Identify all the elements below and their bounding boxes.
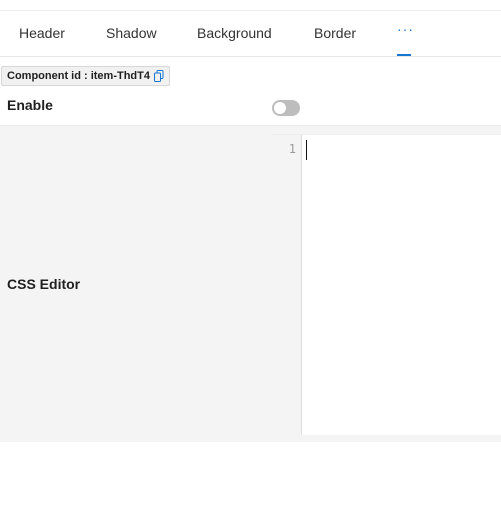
text-caret — [306, 140, 307, 160]
enable-toggle[interactable] — [272, 100, 300, 116]
tab-shadow[interactable]: Shadow — [106, 25, 157, 41]
css-editor-row: CSS Editor 1 — [0, 126, 501, 442]
active-tab-indicator — [397, 54, 411, 56]
copy-icon[interactable] — [153, 70, 164, 82]
toggle-knob — [274, 102, 286, 114]
css-code-editor[interactable]: 1 — [272, 134, 501, 435]
line-number: 1 — [288, 142, 296, 156]
line-number-gutter: 1 — [272, 135, 302, 435]
tab-more[interactable]: ··· — [397, 21, 414, 37]
code-input-area[interactable] — [302, 135, 501, 435]
component-id-badge: Component id : item-ThdT4 — [1, 66, 170, 86]
component-id-text: Component id : item-ThdT4 — [7, 70, 150, 82]
css-editor-label: CSS Editor — [7, 276, 81, 292]
enable-label: Enable — [7, 97, 53, 113]
tab-header[interactable]: Header — [19, 25, 65, 41]
tab-border[interactable]: Border — [314, 25, 356, 41]
tab-background[interactable]: Background — [197, 25, 272, 41]
tab-bar: Header Shadow Background Border ··· — [0, 11, 501, 57]
